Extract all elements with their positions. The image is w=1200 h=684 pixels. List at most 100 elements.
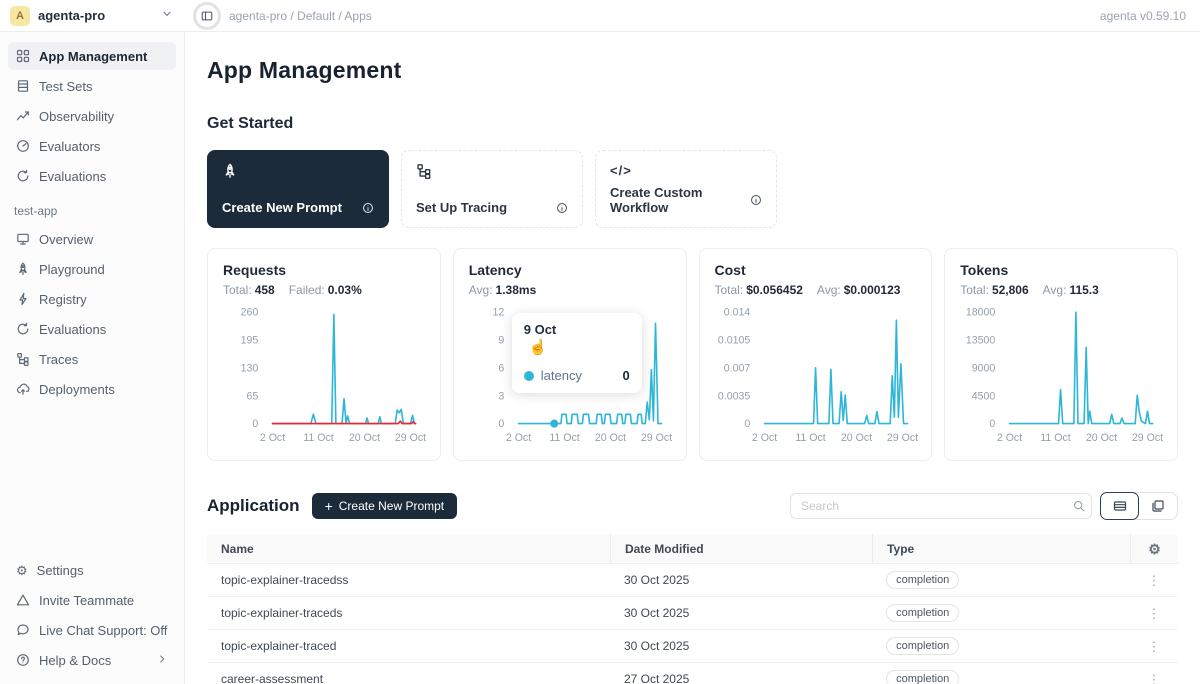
gauge-icon — [16, 139, 30, 153]
svg-text:0: 0 — [990, 418, 996, 430]
svg-text:29 Oct: 29 Oct — [886, 432, 917, 444]
app-name-cell: topic-explainer-traceds — [207, 606, 610, 620]
code-icon: </> — [610, 163, 632, 178]
view-toggle — [1100, 492, 1178, 520]
chat-bubble-icon — [16, 623, 30, 637]
sidebar-item-test-sets[interactable]: Test Sets — [8, 72, 176, 100]
svg-text:3: 3 — [498, 390, 504, 402]
sidebar-item-playground[interactable]: Playground — [8, 255, 176, 283]
column-header-date-modified[interactable]: Date Modified — [610, 534, 872, 563]
sidebar-item-evaluators[interactable]: Evaluators — [8, 132, 176, 160]
sidebar-item-settings[interactable]: ⚙ Settings — [8, 556, 176, 584]
table-row[interactable]: topic-explainer-traceds 30 Oct 2025 comp… — [207, 597, 1178, 630]
svg-text:11 Oct: 11 Oct — [795, 432, 825, 444]
create-custom-workflow-card[interactable]: </> Create Custom Workflow — [595, 150, 777, 228]
latency-metric-card: Latency Avg:1.38ms 1296302 Oct11 Oct20 O… — [453, 248, 687, 461]
gear-icon: ⚙ — [16, 564, 28, 577]
info-icon[interactable] — [556, 202, 568, 214]
row-menu-icon[interactable]: ⋮ — [1148, 673, 1161, 684]
metric-title: Cost — [715, 262, 917, 278]
row-menu-icon[interactable]: ⋮ — [1148, 607, 1161, 620]
create-new-prompt-card[interactable]: Create New Prompt — [207, 150, 389, 228]
sidebar-item-label: Traces — [39, 352, 78, 367]
stat-label: Total: — [715, 283, 744, 297]
search-input[interactable] — [790, 493, 1092, 519]
sidebar-item-traces[interactable]: Traces — [8, 345, 176, 373]
sidebar-item-label: Evaluations — [39, 169, 106, 184]
sidebar-item-invite-teammate[interactable]: Invite Teammate — [8, 586, 176, 614]
chevron-right-icon — [156, 653, 168, 668]
type-badge: completion — [886, 670, 959, 684]
app-name-cell: career-assessment — [207, 672, 610, 684]
svg-text:0.007: 0.007 — [723, 362, 750, 374]
stat-value: 0.03% — [328, 283, 362, 297]
table-header: Name Date Modified Type ⚙ — [207, 534, 1178, 564]
stat-value: $0.000123 — [844, 283, 901, 297]
table-row[interactable]: topic-explainer-traced 30 Oct 2025 compl… — [207, 630, 1178, 663]
cost-chart[interactable]: 0.0140.01050.0070.003502 Oct11 Oct20 Oct… — [715, 302, 917, 454]
metric-title: Requests — [223, 262, 425, 278]
table-row[interactable]: topic-explainer-tracedss 30 Oct 2025 com… — [207, 564, 1178, 597]
sidebar-item-live-chat[interactable]: Live Chat Support: Off — [8, 616, 176, 644]
workspace-switcher[interactable]: A agenta-pro — [0, 6, 185, 26]
sidebar-item-help-docs[interactable]: Help & Docs — [8, 646, 176, 674]
trace-tree-icon — [16, 352, 30, 366]
info-icon[interactable] — [750, 194, 762, 206]
info-icon[interactable] — [362, 202, 374, 214]
sidebar-item-label: Settings — [37, 563, 84, 578]
sidebar-item-label: Test Sets — [39, 79, 92, 94]
column-settings[interactable]: ⚙ — [1130, 534, 1178, 563]
svg-text:0.014: 0.014 — [723, 307, 750, 319]
breadcrumb[interactable]: agenta-pro / Default / Apps — [229, 9, 372, 23]
svg-text:130: 130 — [241, 362, 259, 374]
create-new-prompt-button[interactable]: + Create New Prompt — [312, 493, 458, 519]
column-header-name[interactable]: Name — [207, 534, 610, 563]
sidebar-item-registry[interactable]: Registry — [8, 285, 176, 313]
metric-stats: Avg:1.38ms — [469, 283, 671, 297]
svg-text:12: 12 — [492, 307, 504, 319]
tooltip-series-name: latency — [541, 368, 582, 383]
refresh-circle-icon — [16, 169, 30, 183]
cost-metric-card: Cost Total:$0.056452 Avg:$0.000123 0.014… — [699, 248, 933, 461]
svg-text:260: 260 — [241, 307, 259, 319]
sidebar-item-observability[interactable]: Observability — [8, 102, 176, 130]
table-row[interactable]: career-assessment 27 Oct 2025 completion… — [207, 663, 1178, 684]
column-header-type[interactable]: Type — [872, 534, 1130, 563]
grid-icon — [16, 49, 30, 63]
table-view-button[interactable] — [1100, 492, 1139, 520]
metric-cards: Requests Total:458 Failed:0.03% 26019513… — [207, 248, 1178, 461]
sidebar-item-deployments[interactable]: Deployments — [8, 375, 176, 403]
row-menu-icon[interactable]: ⋮ — [1148, 574, 1161, 587]
sidebar-item-app-evaluations[interactable]: Evaluations — [8, 315, 176, 343]
get-started-cards: Create New Prompt Set Up Tracing </> Cre… — [207, 150, 1178, 228]
requests-metric-card: Requests Total:458 Failed:0.03% 26019513… — [207, 248, 441, 461]
sidebar-item-overview[interactable]: Overview — [8, 225, 176, 253]
sidebar-item-evaluations[interactable]: Evaluations — [8, 162, 176, 190]
row-menu-icon[interactable]: ⋮ — [1148, 640, 1161, 653]
panel-collapse-icon — [201, 10, 213, 22]
metric-title: Tokens — [960, 262, 1162, 278]
search-icon[interactable] — [1073, 500, 1085, 512]
stat-label: Avg: — [1043, 283, 1067, 297]
requests-chart[interactable]: 2601951306502 Oct11 Oct20 Oct29 Oct — [223, 302, 425, 454]
tokens-chart[interactable]: 18000135009000450002 Oct11 Oct20 Oct29 O… — [960, 302, 1162, 454]
sidebar-section-test-app: test-app — [14, 204, 176, 218]
sidebar-item-label: Evaluations — [39, 322, 106, 337]
cursor-icon: ☝ — [529, 338, 548, 356]
sidebar-item-app-management[interactable]: App Management — [8, 42, 176, 70]
rocket-icon — [222, 163, 238, 179]
sidebar-toggle-button[interactable] — [193, 2, 221, 30]
sidebar-item-label: Live Chat Support: Off — [39, 623, 167, 638]
card-view-icon — [1151, 499, 1165, 513]
card-view-button[interactable] — [1138, 493, 1177, 519]
tooltip-date: 9 Oct — [524, 322, 630, 337]
stat-value: $0.056452 — [746, 283, 803, 297]
set-up-tracing-card[interactable]: Set Up Tracing — [401, 150, 583, 228]
row-actions: ⋮ — [1130, 607, 1178, 620]
sidebar-item-label: Observability — [39, 109, 114, 124]
sidebar-item-label: Invite Teammate — [39, 593, 134, 608]
svg-text:4500: 4500 — [972, 390, 996, 402]
date-modified-cell: 30 Oct 2025 — [610, 639, 872, 653]
cloud-upload-icon — [16, 382, 30, 396]
date-modified-cell: 30 Oct 2025 — [610, 573, 872, 587]
